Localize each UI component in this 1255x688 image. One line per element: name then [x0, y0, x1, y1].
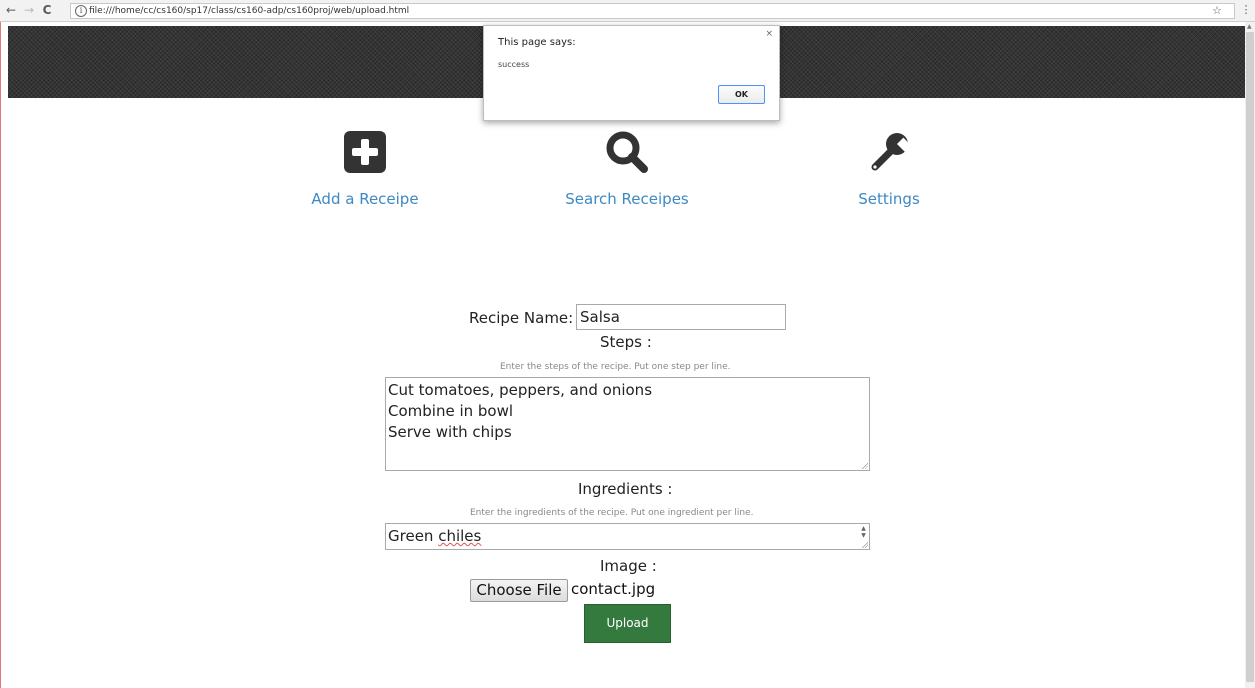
ingredients-label: Ingredients :	[578, 480, 673, 498]
nav-add-recipe[interactable]: Add a Receipe	[275, 130, 455, 208]
steps-label: Steps :	[600, 333, 652, 351]
alert-ok-button[interactable]: OK	[718, 85, 765, 104]
forward-button[interactable]: →	[22, 3, 36, 18]
info-icon[interactable]: i	[75, 5, 87, 17]
image-label: Image :	[600, 557, 657, 575]
recipe-name-label: Recipe Name:	[469, 309, 574, 327]
search-icon	[606, 131, 648, 173]
nav-search-recipes[interactable]: Search Receipes	[537, 130, 717, 208]
steps-line: Serve with chips	[388, 423, 512, 441]
recipe-name-input[interactable]: Salsa	[576, 304, 786, 330]
url-text[interactable]: file:///home/cc/cs160/sp17/class/cs160-a…	[89, 5, 409, 17]
back-button[interactable]: ←	[4, 3, 18, 18]
steps-line: Combine in bowl	[388, 402, 514, 420]
choose-file-button[interactable]: Choose File	[470, 579, 568, 602]
browser-toolbar: ← → C i file:///home/cc/cs160/sp17/class…	[0, 0, 1255, 22]
scroll-up-arrow-icon[interactable]: ▲	[1247, 23, 1252, 30]
close-icon[interactable]: ×	[765, 29, 773, 39]
alert-title: This page says:	[498, 37, 576, 48]
ingredients-line: Green chiles	[388, 526, 867, 547]
spinner-arrows-icon[interactable]: ▲ ▼	[860, 525, 867, 541]
address-bar[interactable]: i file:///home/cc/cs160/sp17/class/cs160…	[70, 3, 1235, 19]
steps-hint: Enter the steps of the recipe. Put one s…	[500, 362, 731, 372]
ingredient-word: Green	[388, 527, 434, 545]
wrench-icon	[871, 133, 911, 171]
nav-search-recipes-label[interactable]: Search Receipes	[537, 190, 717, 208]
upload-button[interactable]: Upload	[584, 604, 671, 643]
nav-add-recipe-label[interactable]: Add a Receipe	[275, 190, 455, 208]
ingredients-textarea[interactable]: Green chiles ▲ ▼	[385, 523, 870, 550]
scroll-thumb[interactable]	[1246, 32, 1254, 682]
steps-line: Cut tomatoes, peppers, and onions	[388, 381, 653, 399]
resize-grip-icon[interactable]	[861, 541, 868, 548]
steps-textarea[interactable]: Cut tomatoes, peppers, and onions Combin…	[385, 377, 870, 471]
resize-grip-icon[interactable]	[861, 462, 868, 469]
alert-dialog: This page says: × success OK	[483, 25, 780, 121]
plus-square-icon	[344, 131, 386, 173]
misspelled-word: chiles	[438, 527, 482, 545]
selected-file-name: contact.jpg	[571, 580, 656, 598]
ingredients-hint: Enter the ingredients of the recipe. Put…	[470, 508, 754, 518]
browser-menu-icon[interactable]: ⋮	[1240, 2, 1252, 18]
alert-message: success	[498, 60, 530, 69]
reload-button[interactable]: C	[40, 3, 54, 18]
vertical-scrollbar[interactable]: ▲	[1245, 22, 1255, 688]
nav-settings[interactable]: Settings	[799, 130, 979, 208]
nav-settings-label[interactable]: Settings	[799, 190, 979, 208]
bookmark-star-icon[interactable]: ☆	[1212, 4, 1222, 17]
